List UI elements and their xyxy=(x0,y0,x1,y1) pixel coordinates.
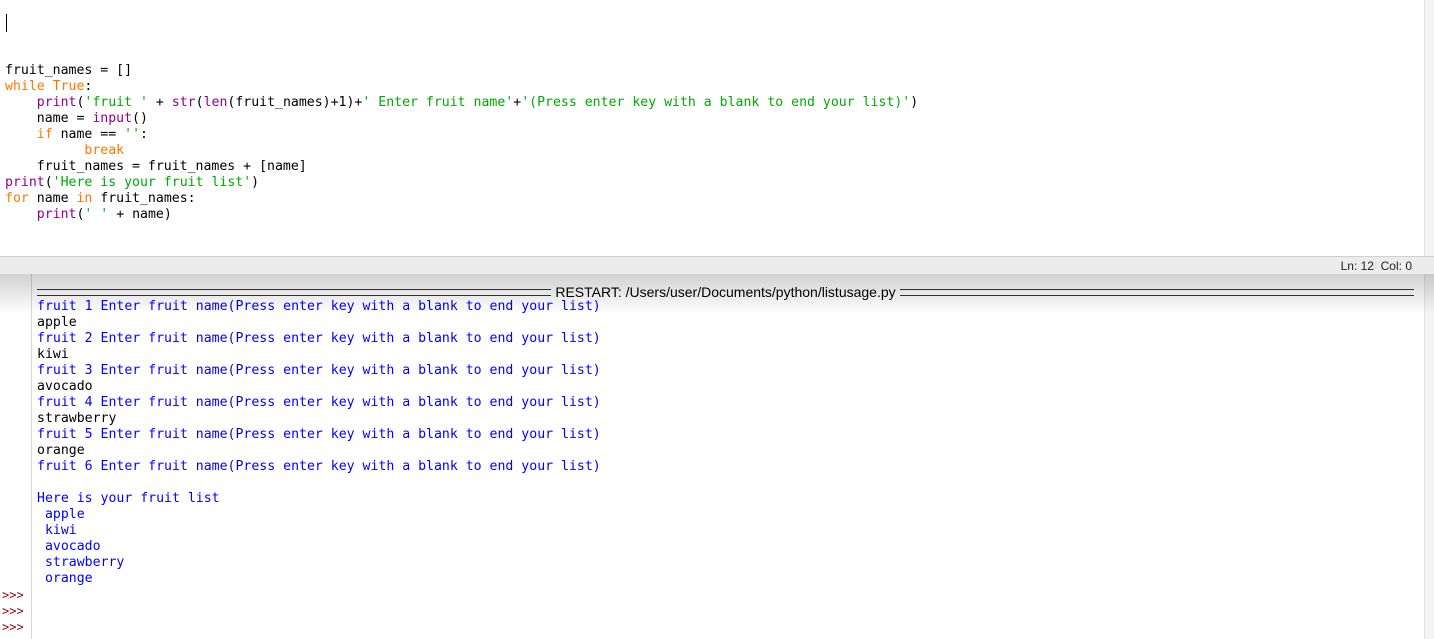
code-line[interactable]: fruit_names = [] xyxy=(5,63,918,79)
keyword-token: if xyxy=(36,127,53,142)
shell-prompt[interactable]: >>> xyxy=(2,587,24,603)
code-token: fruit_names = [] xyxy=(5,63,133,78)
separator-line-left xyxy=(37,288,552,296)
keyword-token: for xyxy=(5,191,29,206)
shell-scrollbar[interactable] xyxy=(1424,274,1434,639)
separator-line-right xyxy=(899,288,1414,296)
text-cursor xyxy=(6,14,7,32)
code-token: name = xyxy=(5,111,93,126)
shell-output-line: fruit 5 Enter fruit name(Press enter key… xyxy=(37,427,601,442)
builtin-token: input xyxy=(92,111,133,126)
restart-label: RESTART: /Users/user/Documents/python/li… xyxy=(555,284,896,300)
keyword-token: in xyxy=(76,191,93,206)
code-token: (fruit_names)+1)+ xyxy=(227,95,363,110)
code-token: () xyxy=(132,111,148,126)
shell-input-line: apple xyxy=(37,315,77,330)
builtin-token: len xyxy=(203,95,228,110)
builtin-token: print xyxy=(36,95,77,110)
string-token: 'Here is your fruit list' xyxy=(52,175,252,190)
shell-output-line: fruit 6 Enter fruit name(Press enter key… xyxy=(37,459,601,474)
shell-output-line: fruit 1 Enter fruit name(Press enter key… xyxy=(37,299,601,314)
code-token: ( xyxy=(44,175,53,190)
shell-input-line xyxy=(37,475,601,491)
builtin-token: print xyxy=(5,175,45,190)
editor-scrollbar[interactable] xyxy=(1424,0,1434,256)
shell-gutter xyxy=(0,274,32,639)
cursor-position: Ln: 12 Col: 0 xyxy=(1340,259,1412,273)
shell-output-line: Here is your fruit list xyxy=(37,491,220,506)
status-bar: Ln: 12 Col: 0 xyxy=(0,256,1434,275)
shell-output-line: strawberry xyxy=(37,555,125,570)
code-line[interactable]: fruit_names = fruit_names + [name] xyxy=(5,159,918,175)
editor-pane[interactable]: fruit_names = [] while True: print('fruit… xyxy=(0,0,1424,256)
string-token: 'fruit ' xyxy=(84,95,148,110)
builtin-token: print xyxy=(36,207,77,222)
code-token: : xyxy=(84,79,93,94)
code-token: + name) xyxy=(108,207,172,222)
keyword-token: break xyxy=(84,143,125,158)
code-token: fruit_names = fruit_names + [name] xyxy=(5,159,307,174)
string-token: ' Enter fruit name' xyxy=(362,95,514,110)
shell-input-line: avocado xyxy=(37,379,93,394)
restart-separator: RESTART: /Users/user/Documents/python/li… xyxy=(37,284,1414,300)
code-line[interactable]: print('Here is your fruit list') xyxy=(5,175,918,191)
code-token: fruit_names: xyxy=(92,191,196,206)
builtin-token: str xyxy=(171,95,196,110)
code-token: name == xyxy=(52,127,125,142)
shell-prompt[interactable]: >>> xyxy=(2,603,24,619)
string-token: '(Press enter key with a blank to end yo… xyxy=(521,95,911,110)
shell-input-line: orange xyxy=(37,443,85,458)
string-token: '' xyxy=(124,127,141,142)
code-token: : xyxy=(140,127,148,142)
code-line[interactable]: if name == '': xyxy=(5,127,918,143)
code-line[interactable]: for name in fruit_names: xyxy=(5,191,918,207)
keyword-token: while xyxy=(5,79,45,94)
code-line[interactable]: while True: xyxy=(5,79,918,95)
shell-output-line: fruit 4 Enter fruit name(Press enter key… xyxy=(37,395,601,410)
shell-output-line: fruit 3 Enter fruit name(Press enter key… xyxy=(37,363,601,378)
code-token: + xyxy=(513,95,522,110)
code-line[interactable]: print('fruit ' + str(len(fruit_names)+1)… xyxy=(5,95,918,111)
shell-output-line: avocado xyxy=(37,539,101,554)
shell-prompts[interactable]: >>> >>> >>> xyxy=(2,587,24,635)
shell-output-line: fruit 2 Enter fruit name(Press enter key… xyxy=(37,331,601,346)
code-token: + xyxy=(147,95,172,110)
shell-input-line: strawberry xyxy=(37,411,117,426)
code-line[interactable]: print(' ' + name) xyxy=(5,207,918,223)
shell-output-line: apple xyxy=(37,507,85,522)
code-line[interactable]: break xyxy=(5,143,918,159)
shell-output: fruit 1 Enter fruit name(Press enter key… xyxy=(37,299,601,587)
shell-input-line: kiwi xyxy=(37,347,69,362)
shell-output-line: kiwi xyxy=(37,523,77,538)
code-token: name xyxy=(28,191,77,206)
string-token: ' ' xyxy=(84,207,109,222)
shell-prompt[interactable]: >>> xyxy=(2,619,24,635)
code-line[interactable]: name = input() xyxy=(5,111,918,127)
code-token: ) xyxy=(251,175,260,190)
keyword-token: True xyxy=(52,79,85,94)
source-code[interactable]: fruit_names = [] while True: print('fruit… xyxy=(5,63,918,223)
code-token: ( xyxy=(195,95,204,110)
code-token: ) xyxy=(910,95,919,110)
shell-output-line: orange xyxy=(37,571,93,586)
